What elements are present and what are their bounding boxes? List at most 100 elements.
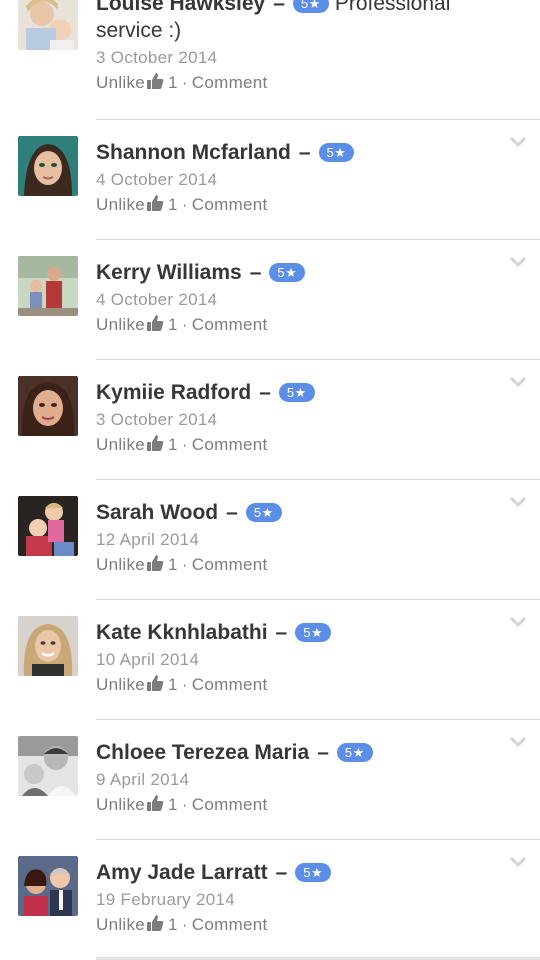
review-date[interactable]: 10 April 2014 bbox=[96, 648, 500, 672]
review-item: Kerry Williams –5★ 4 October 2014 Unlike 1… bbox=[0, 240, 540, 360]
action-separator: · bbox=[181, 315, 188, 334]
rating-badge: 5★ bbox=[318, 143, 355, 162]
chevron-down-icon[interactable] bbox=[510, 256, 526, 268]
like-count[interactable]: 1 bbox=[168, 555, 178, 574]
chevron-down-icon[interactable] bbox=[510, 376, 526, 388]
comment-link[interactable]: Comment bbox=[192, 195, 268, 214]
review-date[interactable]: 4 October 2014 bbox=[96, 168, 500, 192]
thumbs-up-icon bbox=[146, 194, 164, 212]
avatar[interactable] bbox=[18, 856, 78, 916]
action-separator: · bbox=[181, 795, 188, 814]
review-item: Kate Kknhlabathi –5★ 10 April 2014 Unlike… bbox=[0, 600, 540, 720]
reviewer-name[interactable]: Louise Hawksley bbox=[96, 0, 265, 15]
review-item: Sarah Wood –5★ 12 April 2014 Unlike 1 · Comm… bbox=[0, 480, 540, 600]
reviewer-name[interactable]: Kate Kknhlabathi bbox=[96, 621, 268, 644]
thumbs-up-icon bbox=[146, 674, 164, 692]
comment-link[interactable]: Comment bbox=[192, 675, 268, 694]
thumbs-up-icon bbox=[146, 554, 164, 572]
avatar[interactable] bbox=[18, 496, 78, 556]
avatar[interactable] bbox=[18, 376, 78, 436]
review-actions: Unlike 1 · Comment bbox=[96, 912, 500, 938]
reviewer-name[interactable]: Kerry Williams bbox=[96, 261, 242, 284]
review-item: Louise Hawksley –5★ Professional service :… bbox=[0, 0, 540, 120]
unlike-link[interactable]: Unlike bbox=[96, 795, 145, 814]
review-actions: Unlike 1 · Comment bbox=[96, 672, 500, 698]
comment-link[interactable]: Comment bbox=[192, 555, 268, 574]
rating-badge: 5★ bbox=[295, 863, 332, 882]
unlike-link[interactable]: Unlike bbox=[96, 315, 145, 334]
review-header: Chloee Terezea Maria –5★ bbox=[96, 739, 500, 766]
like-count[interactable]: 1 bbox=[168, 675, 178, 694]
like-count[interactable]: 1 bbox=[168, 435, 178, 454]
comment-link[interactable]: Comment bbox=[192, 435, 268, 454]
like-count[interactable]: 1 bbox=[168, 795, 178, 814]
review-date[interactable]: 3 October 2014 bbox=[96, 408, 500, 432]
thumbs-up-icon bbox=[146, 434, 164, 452]
reviewer-name[interactable]: Chloee Terezea Maria bbox=[96, 741, 309, 764]
review-actions: Unlike 1 · Comment bbox=[96, 70, 500, 96]
review-text-continued: service :) bbox=[96, 19, 182, 42]
separator-dash: – bbox=[273, 0, 285, 15]
chevron-down-icon[interactable] bbox=[510, 856, 526, 868]
chevron-down-icon[interactable] bbox=[510, 736, 526, 748]
comment-link[interactable]: Comment bbox=[192, 315, 268, 334]
thumbs-up-icon bbox=[146, 914, 164, 932]
chevron-down-icon[interactable] bbox=[510, 136, 526, 148]
like-count[interactable]: 1 bbox=[168, 315, 178, 334]
review-actions: Unlike 1 · Comment bbox=[96, 192, 500, 218]
unlike-link[interactable]: Unlike bbox=[96, 435, 145, 454]
rating-badge: 5★ bbox=[269, 263, 306, 282]
separator-dash: – bbox=[298, 141, 311, 164]
review-date[interactable]: 9 April 2014 bbox=[96, 768, 500, 792]
chevron-down-icon[interactable] bbox=[510, 496, 526, 508]
action-separator: · bbox=[181, 435, 188, 454]
chevron-down-icon[interactable] bbox=[510, 616, 526, 628]
review-date[interactable]: 12 April 2014 bbox=[96, 528, 500, 552]
review-actions: Unlike 1 · Comment bbox=[96, 312, 500, 338]
avatar[interactable] bbox=[18, 0, 78, 50]
like-count[interactable]: 1 bbox=[168, 195, 178, 214]
review-date[interactable]: 3 October 2014 bbox=[96, 46, 500, 70]
reviewer-name[interactable]: Kymiie Radford bbox=[96, 381, 251, 404]
review-text: Professional bbox=[334, 0, 451, 15]
unlike-link[interactable]: Unlike bbox=[96, 195, 145, 214]
comment-link[interactable]: Comment bbox=[192, 795, 268, 814]
avatar[interactable] bbox=[18, 136, 78, 196]
unlike-link[interactable]: Unlike bbox=[96, 675, 145, 694]
reviewer-name[interactable]: Shannon Mcfarland bbox=[96, 141, 291, 164]
rating-badge: 5★ bbox=[245, 503, 282, 522]
separator-dash: – bbox=[275, 861, 288, 884]
review-item: Kymiie Radford –5★ 3 October 2014 Unlike 1… bbox=[0, 360, 540, 480]
rating-badge: 5★ bbox=[292, 0, 329, 13]
separator-dash: – bbox=[317, 741, 329, 764]
review-actions: Unlike 1 · Comment bbox=[96, 432, 500, 458]
separator-dash: – bbox=[275, 621, 288, 644]
comment-link[interactable]: Comment bbox=[192, 915, 268, 934]
review-header: Louise Hawksley –5★ Professional bbox=[96, 0, 500, 17]
review-actions: Unlike 1 · Comment bbox=[96, 792, 500, 818]
review-date[interactable]: 19 February 2014 bbox=[96, 888, 500, 912]
reviewer-name[interactable]: Sarah Wood bbox=[96, 501, 218, 524]
reviewer-name[interactable]: Amy Jade Larratt bbox=[96, 861, 268, 884]
review-date[interactable]: 4 October 2014 bbox=[96, 288, 500, 312]
avatar[interactable] bbox=[18, 736, 78, 796]
avatar[interactable] bbox=[18, 256, 78, 316]
like-count[interactable]: 1 bbox=[168, 915, 178, 934]
review-item: Shannon Mcfarland –5★ 4 October 2014 Unli… bbox=[0, 120, 540, 240]
review-header: Sarah Wood –5★ bbox=[96, 499, 500, 526]
unlike-link[interactable]: Unlike bbox=[96, 915, 145, 934]
unlike-link[interactable]: Unlike bbox=[96, 73, 145, 92]
separator-dash: – bbox=[249, 261, 262, 284]
like-count[interactable]: 1 bbox=[168, 73, 178, 92]
action-separator: · bbox=[181, 675, 188, 694]
action-separator: · bbox=[181, 73, 188, 92]
separator-dash: – bbox=[259, 381, 271, 404]
review-header: Amy Jade Larratt –5★ bbox=[96, 859, 500, 886]
review-item: Amy Jade Larratt –5★ 19 February 2014 Unl… bbox=[0, 840, 540, 960]
review-item: Chloee Terezea Maria –5★ 9 April 2014 Unl… bbox=[0, 720, 540, 840]
comment-link[interactable]: Comment bbox=[192, 73, 268, 92]
avatar[interactable] bbox=[18, 616, 78, 676]
thumbs-up-icon bbox=[146, 314, 164, 332]
action-separator: · bbox=[181, 195, 188, 214]
unlike-link[interactable]: Unlike bbox=[96, 555, 145, 574]
